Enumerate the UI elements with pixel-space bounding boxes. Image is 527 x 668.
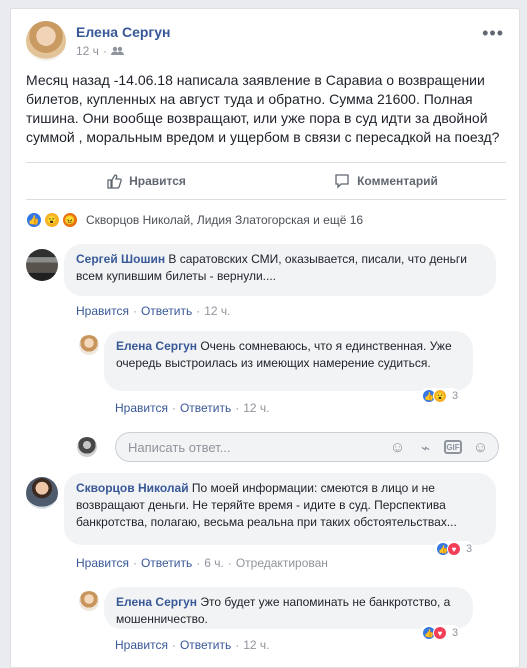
wow-icon: 😮 (433, 389, 447, 403)
emoji-icon[interactable]: ☺ (388, 438, 407, 457)
comment-like-link[interactable]: Нравится (76, 556, 129, 570)
post-text: Месяц назад -14.06.18 написала заявление… (26, 72, 500, 145)
thumbs-up-icon (107, 174, 122, 189)
reply-placeholder: Написать ответ... (128, 440, 231, 455)
like-button[interactable]: Нравится (26, 163, 266, 199)
camera-icon[interactable]: ⌁ (416, 438, 435, 457)
more-options-icon[interactable]: ••• (482, 23, 504, 44)
reply-author[interactable]: Елена Сергун (116, 595, 197, 609)
reply-item: Елена Сергун Очень сомневаюсь, что я еди… (79, 331, 499, 415)
comment-item: Скворцов Николай По моей информации: сме… (26, 473, 496, 570)
reply-reactions[interactable]: 👍 😮 3 (420, 388, 461, 404)
author-avatar[interactable] (26, 21, 66, 61)
reply-like-link[interactable]: Нравится (115, 401, 168, 415)
reaction-summary[interactable]: 👍 😮 😠 Скворцов Николай, Лидия Златогорск… (26, 209, 506, 231)
post-actions: Нравится Комментарий (26, 162, 506, 200)
reply-links: Нравится · Ответить · 12 ч. (115, 638, 270, 652)
reply-bubble: Елена Сергун Это будет уже напоминать не… (104, 587, 473, 629)
like-label: Нравится (129, 174, 186, 188)
reply-avatar[interactable] (79, 591, 99, 611)
post-time[interactable]: 12 ч (76, 44, 99, 58)
edited-label: Отредактирован (235, 556, 328, 570)
angry-icon: 😠 (62, 212, 78, 228)
reply-reply-link[interactable]: Ответить (180, 638, 231, 652)
reply-time[interactable]: 12 ч. (243, 401, 269, 415)
comment-bubble: Скворцов Николай По моей информации: сме… (64, 473, 496, 545)
comment-bubble: Сергей Шошин В саратовских СМИ, оказывае… (64, 244, 496, 296)
commenter-avatar[interactable] (26, 477, 58, 509)
comment-links: Нравится · Ответить · 6 ч. · Отредактирован (76, 556, 328, 570)
comment-time[interactable]: 6 ч. (204, 556, 224, 570)
comment-icon (335, 174, 349, 189)
reaction-count: 3 (452, 627, 459, 639)
comment-time[interactable]: 12 ч. (204, 304, 230, 318)
reply-item: Елена Сергун Это будет уже напоминать не… (79, 587, 499, 657)
like-icon: 👍 (26, 212, 42, 228)
reply-input[interactable]: Написать ответ... ☺ ⌁ GIF ☺ (115, 432, 499, 462)
comment-like-link[interactable]: Нравится (76, 304, 129, 318)
comment-label: Комментарий (357, 174, 438, 188)
reply-reactions[interactable]: 👍 ♥ 3 (420, 625, 461, 641)
comment-author[interactable]: Сергей Шошин (76, 252, 165, 266)
comment-reply-link[interactable]: Ответить (141, 556, 192, 570)
comment-item: Сергей Шошин В саратовских СМИ, оказывае… (26, 244, 496, 319)
reply-bubble: Елена Сергун Очень сомневаюсь, что я еди… (104, 331, 473, 391)
reply-time[interactable]: 12 ч. (243, 638, 269, 652)
reply-tools: ☺ ⌁ GIF ☺ (388, 438, 490, 457)
reaction-names[interactable]: Скворцов Николай, Лидия Златогорская и е… (86, 213, 363, 227)
reaction-count: 3 (452, 390, 459, 402)
comment-links: Нравится · Ответить · 12 ч. (76, 304, 231, 318)
reply-avatar[interactable] (79, 335, 99, 355)
post-author[interactable]: Елена Сергун (76, 24, 171, 40)
heart-icon: ♥ (433, 626, 447, 640)
current-user-avatar (77, 437, 97, 457)
post-card: Елена Сергун 12 ч · ••• Месяц назад -14.… (10, 8, 520, 668)
comment-button[interactable]: Комментарий (266, 163, 506, 199)
meta-separator: · (102, 44, 107, 58)
reply-composer: Написать ответ... ☺ ⌁ GIF ☺ (77, 432, 507, 462)
wow-icon: 😮 (44, 212, 60, 228)
reply-links: Нравится · Ответить · 12 ч. (115, 401, 270, 415)
sticker-icon[interactable]: ☺ (471, 438, 490, 457)
reaction-count: 3 (466, 543, 473, 555)
reply-author[interactable]: Елена Сергун (116, 339, 197, 353)
comment-reply-link[interactable]: Ответить (141, 304, 192, 318)
gif-icon[interactable]: GIF (444, 440, 462, 454)
friends-icon[interactable] (110, 46, 124, 56)
commenter-avatar[interactable] (26, 249, 58, 281)
comment-reactions[interactable]: 👍 ♥ 3 (434, 541, 475, 557)
post-meta: 12 ч · (76, 44, 124, 58)
heart-icon: ♥ (447, 542, 461, 556)
comment-author[interactable]: Скворцов Николай (76, 481, 189, 495)
reply-like-link[interactable]: Нравится (115, 638, 168, 652)
post-header: Елена Сергун 12 ч · ••• (26, 21, 506, 65)
reply-reply-link[interactable]: Ответить (180, 401, 231, 415)
